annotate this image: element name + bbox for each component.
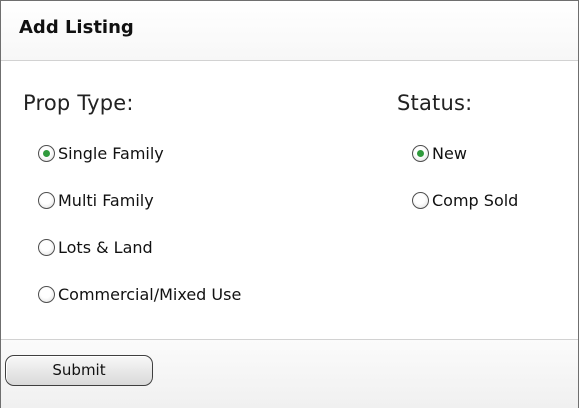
prop-type-option-label: Single Family xyxy=(58,144,164,163)
submit-button[interactable]: Submit xyxy=(5,355,153,386)
status-new[interactable]: New xyxy=(412,130,518,177)
prop-type-group: Prop Type: Single Family Multi Family Lo… xyxy=(23,91,241,318)
panel-header: Add Listing xyxy=(1,1,578,61)
prop-type-option-label: Commercial/Mixed Use xyxy=(58,285,242,304)
prop-type-option-label: Multi Family xyxy=(58,191,154,210)
listing-options: Prop Type: Single Family Multi Family Lo… xyxy=(1,62,578,339)
radio-unchecked-icon[interactable] xyxy=(38,192,55,209)
prop-type-option-label: Lots & Land xyxy=(58,238,153,257)
prop-type-multi-family[interactable]: Multi Family xyxy=(38,177,241,224)
status-comp-sold[interactable]: Comp Sold xyxy=(412,177,518,224)
page-title: Add Listing xyxy=(19,17,134,38)
status-group: Status: New Comp Sold xyxy=(397,91,518,224)
prop-type-lots-land[interactable]: Lots & Land xyxy=(38,224,241,271)
status-option-label: Comp Sold xyxy=(432,191,519,210)
status-option-label: New xyxy=(432,144,467,163)
panel-footer: Submit xyxy=(1,339,578,408)
prop-type-single-family[interactable]: Single Family xyxy=(38,130,241,177)
radio-unchecked-icon[interactable] xyxy=(38,286,55,303)
prop-type-commercial-mixed-use[interactable]: Commercial/Mixed Use xyxy=(38,271,241,318)
add-listing-panel: Add Listing Prop Type: Single Family Mul… xyxy=(0,0,579,408)
radio-unchecked-icon[interactable] xyxy=(412,192,429,209)
radio-unchecked-icon[interactable] xyxy=(38,239,55,256)
status-label: Status: xyxy=(397,91,473,115)
radio-checked-icon[interactable] xyxy=(412,145,429,162)
radio-checked-icon[interactable] xyxy=(38,145,55,162)
prop-type-label: Prop Type: xyxy=(23,91,134,115)
